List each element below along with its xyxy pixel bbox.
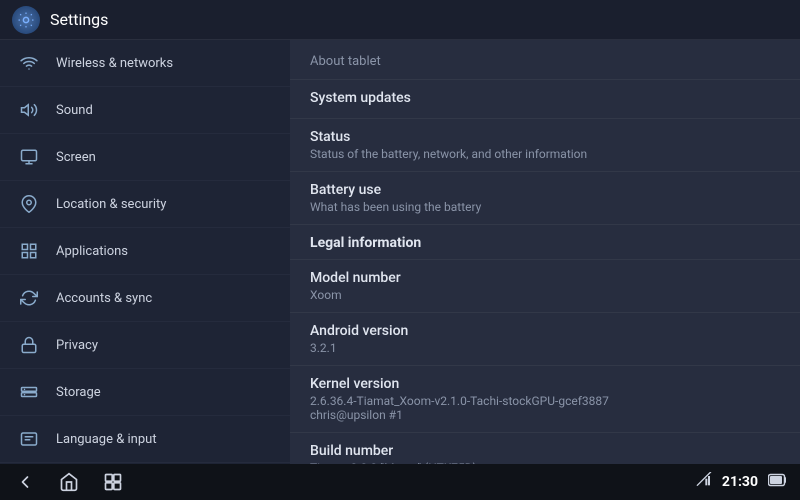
- settings-app-icon: [12, 6, 40, 34]
- sidebar-label-wireless: Wireless & networks: [56, 56, 173, 71]
- app-header: Settings: [0, 0, 800, 40]
- clock-display: 21:30: [722, 474, 758, 490]
- sidebar-item-accessibility[interactable]: Accessibility: [0, 463, 290, 464]
- back-button[interactable]: [12, 469, 38, 495]
- sidebar-label-accounts: Accounts & sync: [56, 291, 152, 306]
- content-item-kernel-version: Kernel version 2.6.36.4-Tiamat_Xoom-v2.1…: [290, 366, 800, 433]
- sidebar-label-location: Location & security: [56, 197, 166, 212]
- content-item-model-number: Model number Xoom: [290, 260, 800, 313]
- privacy-icon: [16, 332, 42, 358]
- sidebar-item-accounts[interactable]: Accounts & sync: [0, 275, 290, 322]
- content-item-android-version: Android version 3.2.1: [290, 313, 800, 366]
- android-version-value: 3.2.1: [310, 341, 780, 355]
- screen-icon: [16, 144, 42, 170]
- model-number-title: Model number: [310, 270, 780, 286]
- sidebar-item-screen[interactable]: Screen: [0, 134, 290, 181]
- kernel-version-title: Kernel version: [310, 376, 780, 392]
- battery-icon: [768, 473, 788, 491]
- page-title: Settings: [50, 10, 108, 29]
- sidebar-label-privacy: Privacy: [56, 338, 98, 353]
- kernel-version-value: 2.6.36.4-Tiamat_Xoom-v2.1.0-Tachi-stockG…: [310, 394, 780, 422]
- sidebar-item-privacy[interactable]: Privacy: [0, 322, 290, 369]
- home-button[interactable]: [56, 469, 82, 495]
- sidebar-item-sound[interactable]: Sound: [0, 87, 290, 134]
- sidebar-item-wireless[interactable]: Wireless & networks: [0, 40, 290, 87]
- model-number-value: Xoom: [310, 288, 780, 302]
- signal-icon: [696, 472, 712, 492]
- sound-icon: [16, 97, 42, 123]
- location-icon: [16, 191, 42, 217]
- status-title: Status: [310, 129, 780, 145]
- content-panel: About tablet System updates Status Statu…: [290, 40, 800, 464]
- sidebar-label-language: Language & input: [56, 432, 157, 447]
- main-layout: Wireless & networks Sound Screen: [0, 40, 800, 464]
- apps-icon: [16, 238, 42, 264]
- build-number-value: Tiamat 2.2.2 "Moray" (HTK75D): [310, 461, 780, 464]
- sidebar-item-language[interactable]: Language & input: [0, 416, 290, 463]
- sidebar: Wireless & networks Sound Screen: [0, 40, 290, 464]
- sidebar-item-storage[interactable]: Storage: [0, 369, 290, 416]
- android-version-title: Android version: [310, 323, 780, 339]
- content-item-build-number: Build number Tiamat 2.2.2 "Moray" (HTK75…: [290, 433, 800, 464]
- sidebar-label-applications: Applications: [56, 244, 128, 259]
- taskbar-nav: [12, 469, 126, 495]
- status-subtitle: Status of the battery, network, and othe…: [310, 147, 780, 161]
- content-item-status[interactable]: Status Status of the battery, network, a…: [290, 119, 800, 172]
- battery-use-title: Battery use: [310, 182, 780, 198]
- content-header: About tablet: [290, 40, 800, 80]
- sidebar-label-screen: Screen: [56, 150, 96, 165]
- sidebar-label-storage: Storage: [56, 385, 101, 400]
- system-updates-title: System updates: [310, 90, 780, 106]
- recent-apps-button[interactable]: [100, 469, 126, 495]
- language-icon: [16, 426, 42, 452]
- battery-use-subtitle: What has been using the battery: [310, 200, 780, 214]
- content-item-system-updates[interactable]: System updates: [290, 80, 800, 119]
- legal-info-title: Legal information: [310, 235, 780, 251]
- wifi-icon: [16, 50, 42, 76]
- storage-icon: [16, 379, 42, 405]
- build-number-title: Build number: [310, 443, 780, 459]
- sidebar-label-sound: Sound: [56, 103, 93, 118]
- legal-info-section: Legal information: [290, 225, 800, 260]
- sidebar-item-location[interactable]: Location & security: [0, 181, 290, 228]
- content-item-battery-use[interactable]: Battery use What has been using the batt…: [290, 172, 800, 225]
- taskbar-status: 21:30: [696, 472, 788, 492]
- taskbar: 21:30: [0, 464, 800, 500]
- sync-icon: [16, 285, 42, 311]
- sidebar-item-applications[interactable]: Applications: [0, 228, 290, 275]
